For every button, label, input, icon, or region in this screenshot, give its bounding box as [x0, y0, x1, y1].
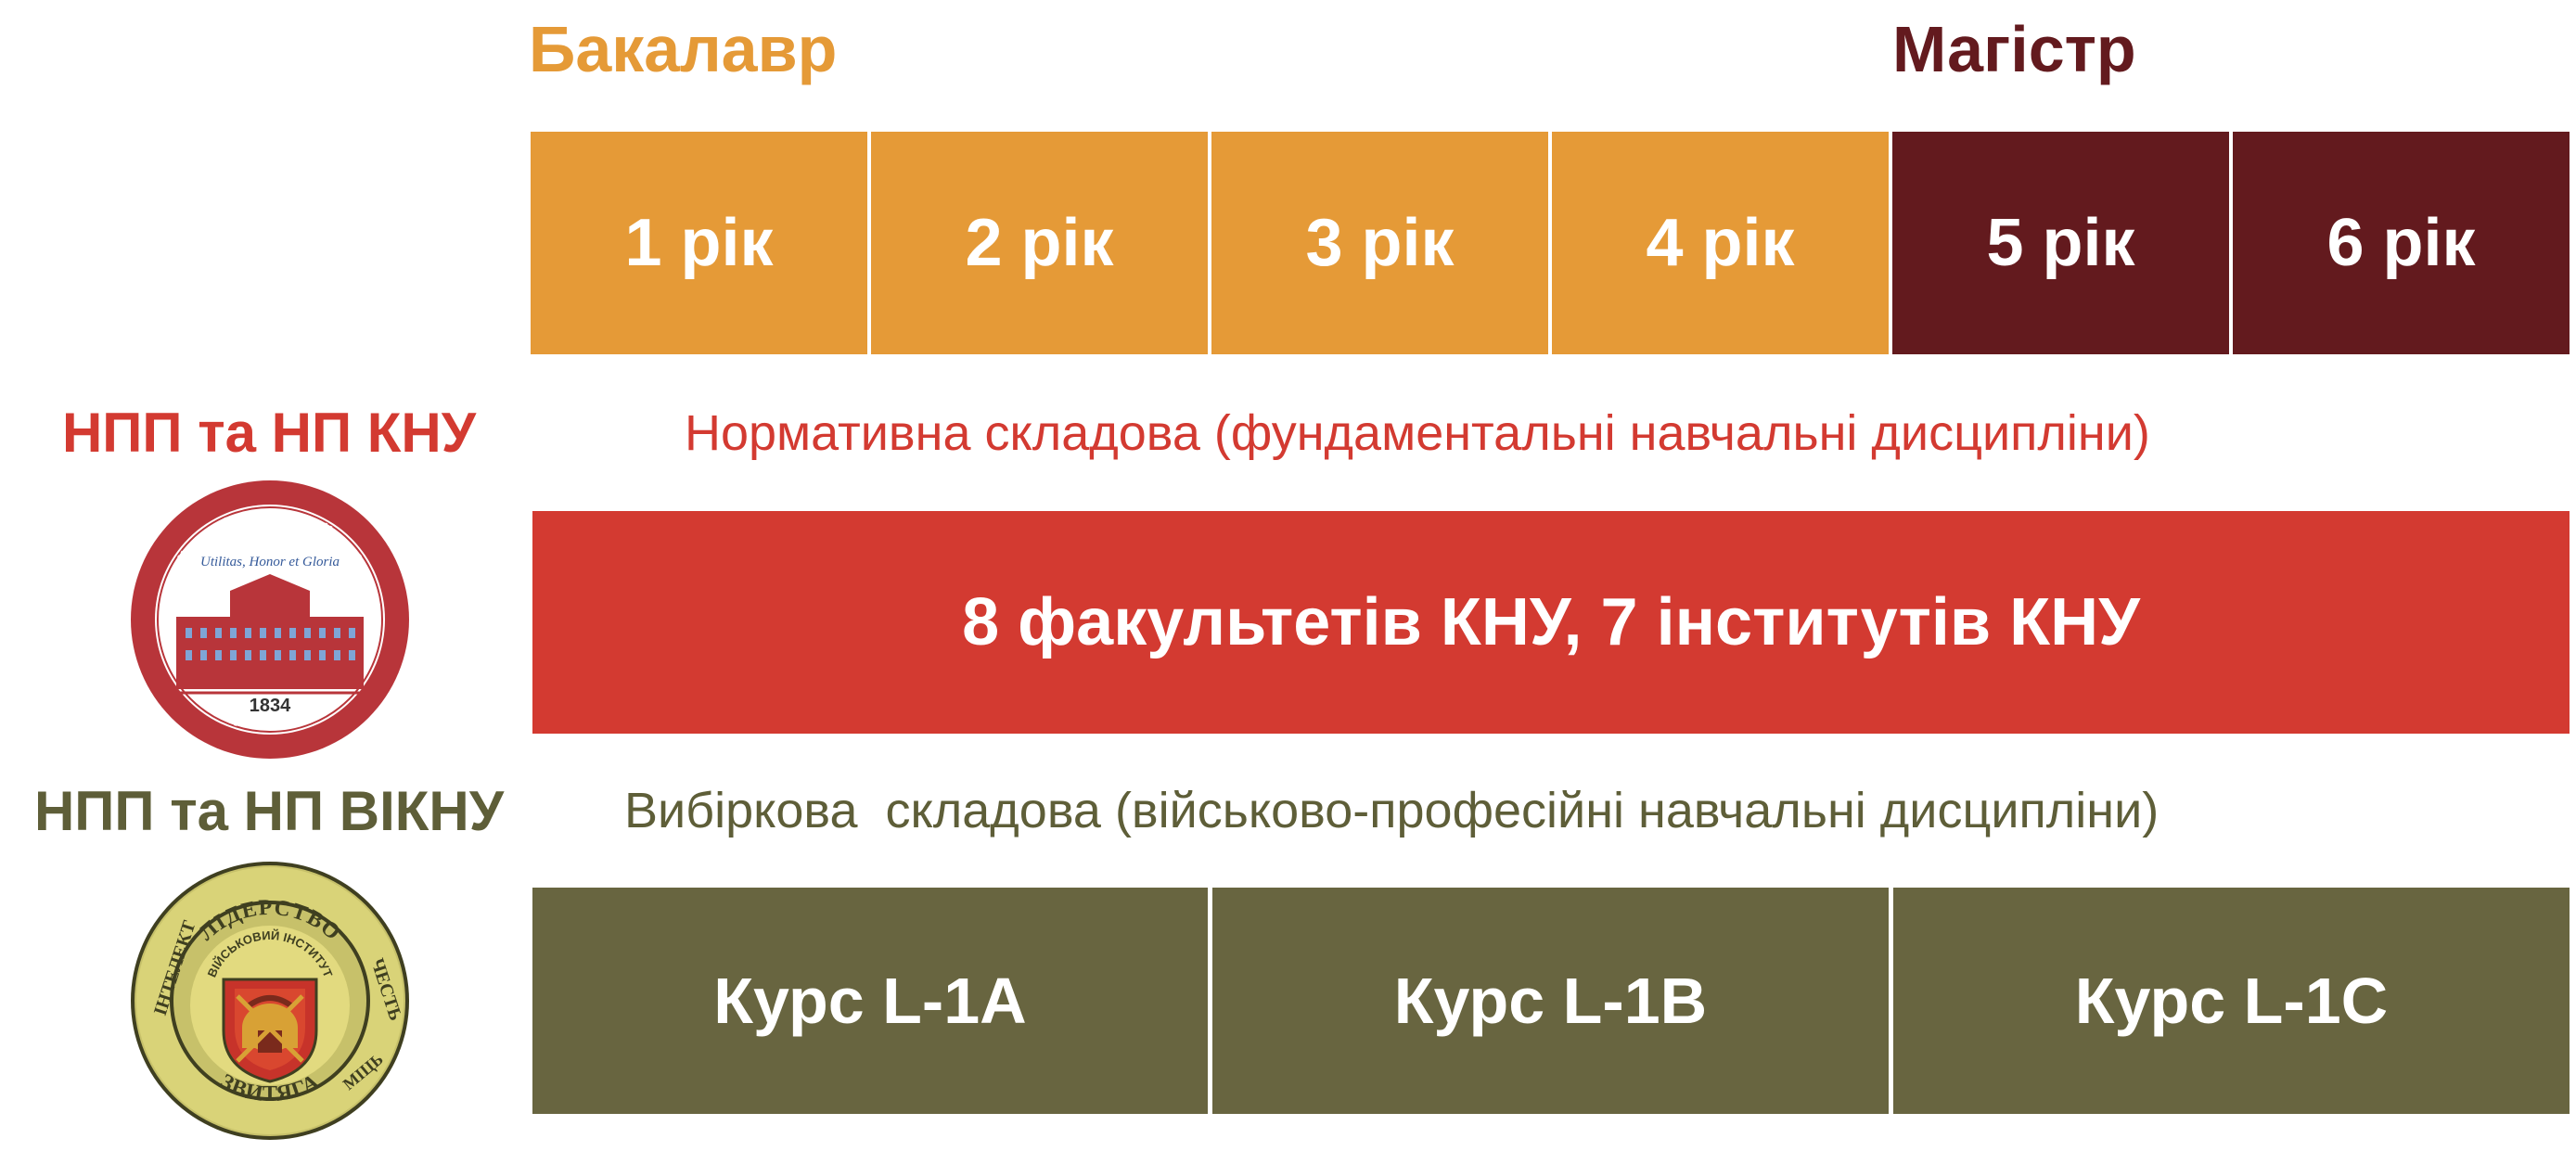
year-5-cell: 5 рік [1892, 132, 2229, 354]
year-4-cell: 4 рік [1552, 132, 1889, 354]
master-header: Магістр [1892, 13, 2136, 85]
svg-text:1834: 1834 [250, 696, 291, 716]
course-l1c-cell: Курс L-1C [1893, 888, 2570, 1114]
year-1-cell: 1 рік [531, 132, 867, 354]
svg-text:Utilitas, Honor et Gloria: Utilitas, Honor et Gloria [200, 555, 340, 569]
year-2-cell: 2 рік [871, 132, 1208, 354]
course-l1a-cell: Курс L-1A [532, 888, 1208, 1114]
course-l1b-cell: Курс L-1B [1212, 888, 1889, 1114]
year-6-cell: 6 рік [2233, 132, 2570, 354]
bachelor-header: Бакалавр [529, 13, 838, 85]
vknu-staff-label: НПП та НП ВІКНУ [33, 780, 505, 842]
normative-subtitle: Нормативна складова (фундаментальні навч… [685, 405, 2150, 461]
year-3-cell: 3 рік [1211, 132, 1548, 354]
knu-seal-logo: Київський національний університет імені… [122, 461, 412, 761]
vknu-seal-logo: ЛІДЕРСТВО ЗВИТЯГА ІНТЕЛЕКТ ЧЕСТЬ МІЦЬ ВІ… [128, 859, 412, 1143]
elective-subtitle: Вибіркова складова (військово-професійні… [624, 783, 2159, 838]
normative-band: 8 факультетів КНУ, 7 інститутів КНУ [532, 511, 2570, 734]
knu-staff-label: НПП та НП КНУ [61, 402, 477, 464]
